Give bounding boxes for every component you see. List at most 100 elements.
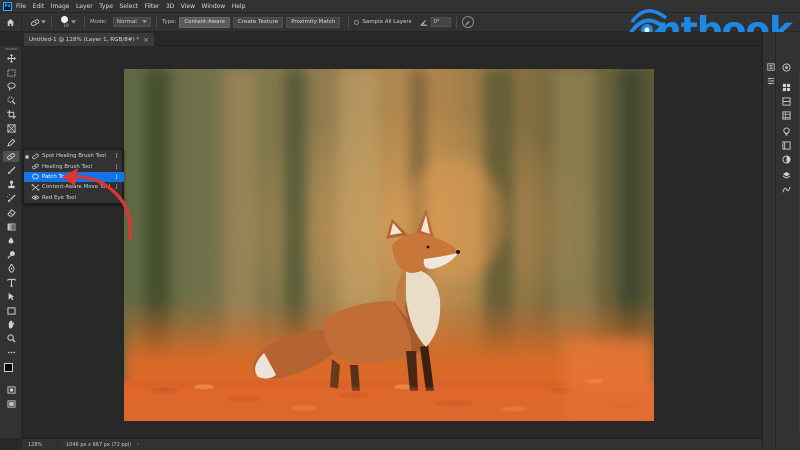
angle-input[interactable]: 0° bbox=[430, 17, 451, 27]
healing-brush-icon bbox=[31, 163, 39, 170]
rectangular-marquee-icon bbox=[7, 68, 15, 77]
type-content-aware-button[interactable]: Content-Aware bbox=[179, 16, 231, 28]
chevron-down-icon bbox=[141, 20, 147, 24]
menu-view[interactable]: View bbox=[181, 3, 195, 10]
menu-window[interactable]: Window bbox=[202, 3, 226, 10]
zoom-icon bbox=[6, 334, 16, 343]
tool-path-selection[interactable] bbox=[3, 291, 19, 302]
gradients-panel-button[interactable] bbox=[781, 96, 792, 106]
photoshop-window: Ps File Edit Image Layer Type Select Fil… bbox=[0, 0, 800, 450]
adjustments-panel-button[interactable] bbox=[781, 126, 792, 136]
tool-rectangle[interactable] bbox=[3, 305, 19, 316]
patch-icon bbox=[31, 174, 39, 180]
tool-spot-healing[interactable] bbox=[3, 151, 19, 162]
clone-stamp-icon bbox=[7, 180, 15, 189]
tool-lasso[interactable] bbox=[3, 81, 19, 92]
properties-panel-button[interactable] bbox=[765, 76, 776, 86]
paths-panel-button[interactable] bbox=[781, 184, 792, 194]
history-panel-button[interactable] bbox=[765, 62, 776, 72]
foreground-color[interactable] bbox=[4, 363, 13, 372]
menu-filter[interactable]: Filter bbox=[145, 3, 160, 10]
tool-move[interactable] bbox=[3, 53, 19, 64]
zoom-level[interactable]: 128% bbox=[22, 441, 58, 448]
color-swatches[interactable] bbox=[3, 362, 19, 378]
menu-file[interactable]: File bbox=[16, 3, 26, 10]
swatches-panel-button[interactable] bbox=[781, 82, 792, 92]
tool-hand[interactable] bbox=[3, 319, 19, 330]
quick-mask-icon bbox=[7, 385, 15, 394]
angle-icon bbox=[420, 20, 427, 26]
close-icon[interactable]: × bbox=[143, 36, 149, 44]
history-icon bbox=[766, 63, 775, 71]
tool-zoom[interactable] bbox=[3, 333, 19, 344]
annotation-arrow bbox=[62, 168, 133, 240]
menu-edit[interactable]: Edit bbox=[33, 3, 45, 10]
mode-select[interactable]: Normal bbox=[112, 17, 151, 27]
tool-quick-selection[interactable] bbox=[3, 95, 19, 106]
channels-panel-button[interactable] bbox=[781, 154, 792, 164]
color-panel-button[interactable] bbox=[781, 62, 792, 72]
tool-type[interactable] bbox=[3, 277, 19, 288]
sample-all-layers-checkbox[interactable] bbox=[354, 19, 360, 25]
photoshop-logo-icon: Ps bbox=[3, 1, 12, 11]
lasso-icon bbox=[6, 82, 16, 91]
type-create-texture-button[interactable]: Create Texture bbox=[233, 16, 284, 28]
separator bbox=[348, 16, 350, 28]
path-selection-icon bbox=[8, 292, 15, 301]
type-proximity-match-button[interactable]: Proximity Match bbox=[286, 16, 341, 28]
tool-quick-mask[interactable] bbox=[3, 384, 19, 395]
separator bbox=[455, 16, 457, 28]
tool-more[interactable] bbox=[3, 347, 19, 358]
tool-brush[interactable] bbox=[3, 165, 19, 176]
blur-icon bbox=[8, 237, 14, 244]
tool-frame[interactable] bbox=[3, 123, 19, 134]
eraser-icon bbox=[6, 209, 16, 217]
tool-preset-picker[interactable] bbox=[30, 18, 46, 27]
tool-eraser[interactable] bbox=[3, 207, 19, 218]
rectangle-icon bbox=[6, 306, 16, 315]
crop-icon bbox=[6, 110, 16, 119]
menu-3d[interactable]: 3D bbox=[166, 3, 174, 10]
content-aware-move-icon bbox=[31, 184, 39, 191]
brush-picker[interactable]: 19 bbox=[57, 13, 79, 31]
document-canvas[interactable] bbox=[124, 69, 654, 421]
fox-photo bbox=[124, 69, 654, 421]
brush-icon bbox=[7, 166, 16, 175]
status-bar: 128% 1046 px x 667 px (72 ppi) › bbox=[22, 438, 762, 450]
spot-healing-brush-icon bbox=[30, 18, 40, 26]
tool-screen-mode[interactable] bbox=[3, 398, 19, 409]
home-button[interactable] bbox=[0, 12, 22, 32]
document-tab-title: Untitled-1 @ 128% (Layer 1, RGB/8#) * bbox=[29, 36, 140, 43]
separator bbox=[51, 16, 52, 28]
tool-eyedropper[interactable] bbox=[3, 137, 19, 148]
tool-blur[interactable] bbox=[3, 235, 19, 246]
separator bbox=[84, 16, 85, 28]
tool-history-brush[interactable] bbox=[3, 193, 19, 204]
brush-size: 19 bbox=[63, 24, 69, 29]
menu-help[interactable]: Help bbox=[232, 3, 246, 10]
pressure-size-button[interactable] bbox=[461, 16, 474, 28]
tool-pen[interactable] bbox=[3, 263, 19, 274]
tool-dodge[interactable] bbox=[3, 249, 19, 260]
tool-gradient[interactable] bbox=[3, 221, 19, 232]
gradients-icon bbox=[782, 96, 791, 106]
menu-layer[interactable]: Layer bbox=[76, 3, 93, 10]
tool-crop[interactable] bbox=[3, 109, 19, 120]
libraries-panel-button[interactable] bbox=[781, 140, 792, 150]
tool-marquee[interactable] bbox=[3, 67, 19, 78]
hand-icon bbox=[8, 320, 14, 329]
menu-type[interactable]: Type bbox=[99, 3, 113, 10]
patterns-panel-button[interactable] bbox=[781, 110, 792, 120]
document-info-arrow-icon[interactable]: › bbox=[137, 442, 139, 448]
toolbar-grip[interactable] bbox=[5, 48, 17, 50]
tool-clone-stamp[interactable] bbox=[3, 179, 19, 190]
menu-image[interactable]: Image bbox=[51, 3, 70, 10]
right-panel-dock bbox=[762, 32, 800, 450]
menu-select[interactable]: Select bbox=[119, 3, 138, 10]
layers-panel-button[interactable] bbox=[781, 170, 792, 180]
type-icon bbox=[6, 278, 16, 287]
document-tab[interactable]: Untitled-1 @ 128% (Layer 1, RGB/8#) * × bbox=[24, 33, 154, 46]
brush-tip-icon bbox=[61, 16, 68, 23]
lightbulb-icon bbox=[783, 126, 790, 136]
patterns-icon bbox=[782, 110, 791, 120]
